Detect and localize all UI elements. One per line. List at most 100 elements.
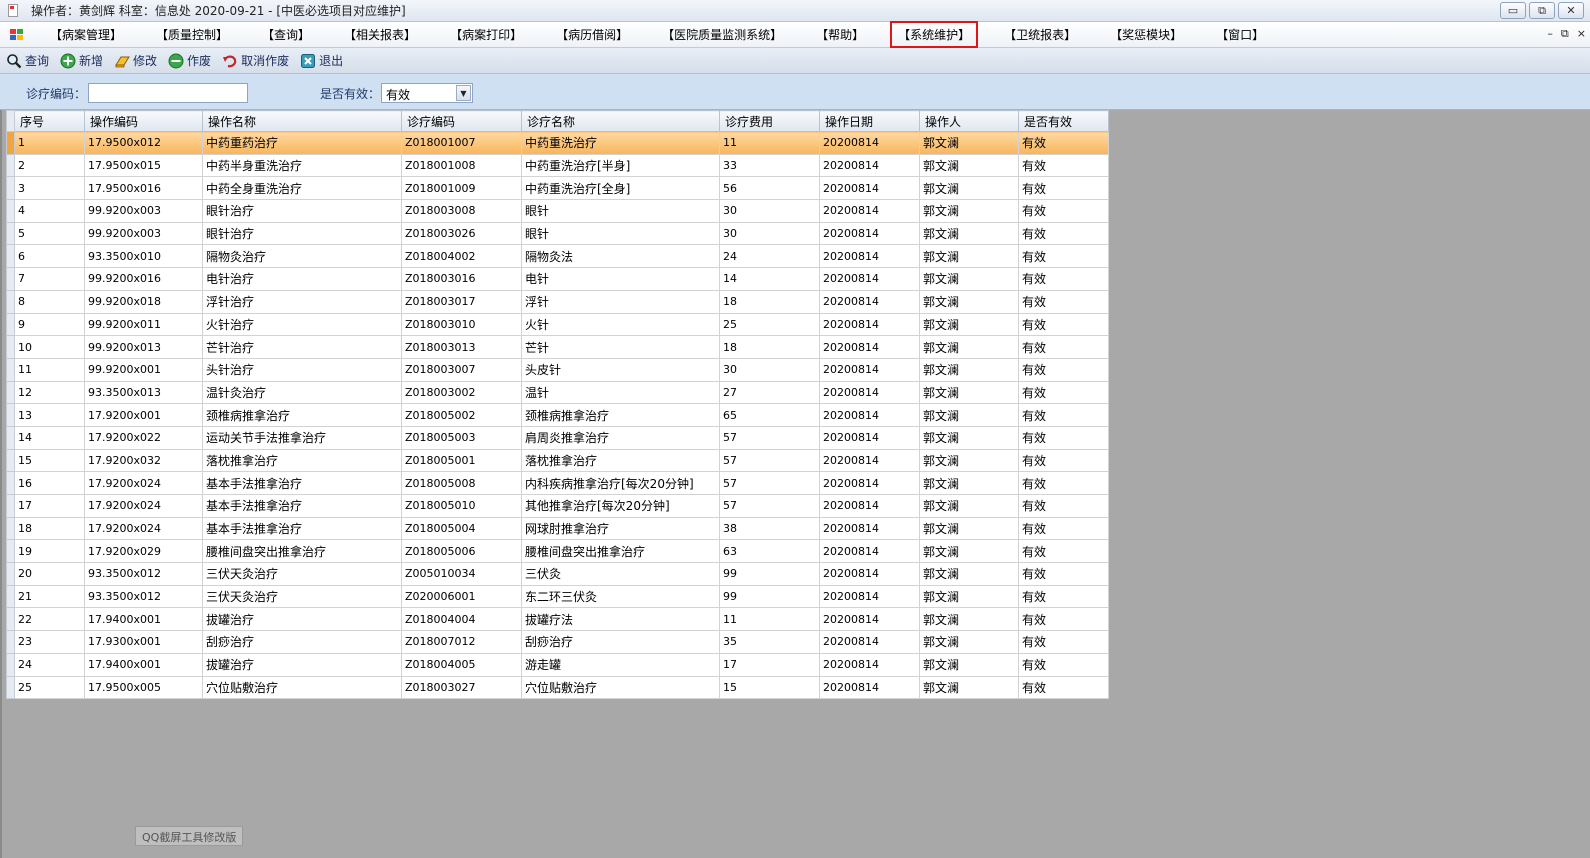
table-cell[interactable]: 腰椎间盘突出推拿治疗 bbox=[202, 539, 402, 564]
valid-filter-select[interactable]: 有效 ▼ bbox=[381, 83, 473, 103]
table-cell[interactable]: 郭文澜 bbox=[919, 539, 1019, 564]
table-cell[interactable]: 芒针治疗 bbox=[202, 335, 402, 359]
table-row[interactable]: 22 17.9400x001 拔罐治疗 Z018004004 拔罐疗法 11 2020081… bbox=[6, 607, 1109, 632]
table-cell[interactable]: 郭文澜 bbox=[919, 131, 1019, 155]
table-cell[interactable]: 57 bbox=[719, 471, 820, 495]
table-cell[interactable]: 中药重洗治疗[半身] bbox=[521, 153, 720, 178]
table-cell[interactable]: 20200814 bbox=[819, 153, 920, 178]
table-cell[interactable]: Z018003007 bbox=[401, 357, 522, 382]
table-cell[interactable]: 落枕推拿治疗 bbox=[202, 448, 402, 473]
table-cell[interactable]: 99 bbox=[719, 584, 820, 609]
table-cell[interactable]: Z018003010 bbox=[401, 312, 522, 337]
table-cell[interactable]: 有效 bbox=[1018, 652, 1109, 677]
column-header[interactable]: 诊疗编码 bbox=[401, 110, 522, 132]
table-cell[interactable]: 17.9200x024 bbox=[84, 471, 203, 495]
table-cell[interactable]: 眼针治疗 bbox=[202, 221, 402, 246]
table-cell[interactable]: 20200814 bbox=[819, 221, 920, 246]
table-cell[interactable]: Z005010034 bbox=[401, 562, 522, 586]
code-filter-input[interactable] bbox=[88, 83, 248, 103]
table-row[interactable]: 13 17.9200x001 颈椎病推拿治疗 Z018005002 颈椎病推拿治疗 65 2… bbox=[6, 403, 1109, 427]
table-cell[interactable]: 23 bbox=[14, 630, 85, 654]
table-cell[interactable]: 火针 bbox=[521, 312, 720, 337]
table-cell[interactable]: 20200814 bbox=[819, 289, 920, 314]
table-cell[interactable]: Z018003002 bbox=[401, 380, 522, 405]
table-cell[interactable]: 27 bbox=[719, 380, 820, 405]
table-cell[interactable]: 38 bbox=[719, 516, 820, 541]
table-cell[interactable]: 33 bbox=[719, 153, 820, 178]
table-cell[interactable]: 20200814 bbox=[819, 562, 920, 586]
table-row[interactable]: 7 99.9200x016 电针治疗 Z018003016 电针 14 20200814 郭文… bbox=[6, 267, 1109, 291]
menu-item[interactable]: 【医院质量监测系统】 bbox=[654, 22, 790, 47]
row-indicator[interactable] bbox=[6, 221, 15, 246]
table-cell[interactable]: 93.3500x012 bbox=[84, 562, 203, 586]
table-cell[interactable]: Z018005006 bbox=[401, 539, 522, 564]
row-indicator[interactable] bbox=[6, 494, 15, 518]
table-cell[interactable]: 17.9200x029 bbox=[84, 539, 203, 564]
table-cell[interactable]: 有效 bbox=[1018, 562, 1109, 586]
table-cell[interactable]: 郭文澜 bbox=[919, 244, 1019, 269]
table-cell[interactable]: 有效 bbox=[1018, 153, 1109, 178]
table-cell[interactable]: 中药重药治疗 bbox=[202, 131, 402, 155]
table-cell[interactable]: 11 bbox=[14, 357, 85, 382]
table-cell[interactable]: 郭文澜 bbox=[919, 562, 1019, 586]
table-row[interactable]: 16 17.9200x024 基本手法推拿治疗 Z018005008 内科疾病推拿治疗[… bbox=[6, 471, 1109, 495]
table-cell[interactable]: 肩周炎推拿治疗 bbox=[521, 425, 720, 450]
table-cell[interactable]: 郭文澜 bbox=[919, 630, 1019, 654]
table-cell[interactable]: 穴位贴敷治疗 bbox=[521, 675, 720, 700]
table-cell[interactable]: 20200814 bbox=[819, 516, 920, 541]
table-cell[interactable]: 20200814 bbox=[819, 335, 920, 359]
table-cell[interactable]: Z018001008 bbox=[401, 153, 522, 178]
table-cell[interactable]: 郭文澜 bbox=[919, 607, 1019, 632]
row-indicator[interactable] bbox=[6, 335, 15, 359]
table-cell[interactable]: 网球肘推拿治疗 bbox=[521, 516, 720, 541]
menu-item[interactable]: 【帮助】 bbox=[808, 22, 872, 47]
table-cell[interactable]: 20200814 bbox=[819, 652, 920, 677]
table-cell[interactable]: 20200814 bbox=[819, 607, 920, 632]
table-cell[interactable]: 郭文澜 bbox=[919, 199, 1019, 223]
close-button[interactable]: ✕ bbox=[1558, 2, 1584, 19]
row-indicator[interactable] bbox=[6, 471, 15, 495]
table-cell[interactable]: Z018005002 bbox=[401, 403, 522, 427]
table-cell[interactable]: 郭文澜 bbox=[919, 675, 1019, 700]
mdi-minimize-icon[interactable]: – bbox=[1547, 27, 1553, 41]
row-indicator[interactable] bbox=[6, 289, 15, 314]
table-cell[interactable]: 17.9500x016 bbox=[84, 176, 203, 201]
table-cell[interactable]: 30 bbox=[719, 199, 820, 223]
row-indicator[interactable] bbox=[6, 675, 15, 700]
table-cell[interactable]: 3 bbox=[14, 176, 85, 201]
table-cell[interactable]: 浮针 bbox=[521, 289, 720, 314]
table-cell[interactable]: 头皮针 bbox=[521, 357, 720, 382]
menu-item[interactable]: 【窗口】 bbox=[1208, 22, 1272, 47]
table-cell[interactable]: Z018005008 bbox=[401, 471, 522, 495]
table-cell[interactable]: 有效 bbox=[1018, 199, 1109, 223]
table-cell[interactable]: 14 bbox=[14, 425, 85, 450]
table-row[interactable]: 11 99.9200x001 头针治疗 Z018003007 头皮针 30 20200814… bbox=[6, 357, 1109, 382]
table-cell[interactable]: 2 bbox=[14, 153, 85, 178]
table-cell[interactable]: 郭文澜 bbox=[919, 516, 1019, 541]
table-cell[interactable]: 57 bbox=[719, 494, 820, 518]
table-row[interactable]: 14 17.9200x022 运动关节手法推拿治疗 Z018005003 肩周炎推拿治疗… bbox=[6, 425, 1109, 450]
table-cell[interactable]: Z018003027 bbox=[401, 675, 522, 700]
menu-item[interactable]: 【系统维护】 bbox=[890, 21, 979, 48]
table-cell[interactable]: 郭文澜 bbox=[919, 267, 1019, 291]
table-cell[interactable]: 郭文澜 bbox=[919, 335, 1019, 359]
table-cell[interactable]: 20200814 bbox=[819, 675, 920, 700]
row-indicator[interactable] bbox=[6, 516, 15, 541]
table-cell[interactable]: 郭文澜 bbox=[919, 289, 1019, 314]
table-cell[interactable]: 其他推拿治疗[每次20分钟] bbox=[521, 494, 720, 518]
table-cell[interactable]: 17 bbox=[14, 494, 85, 518]
table-cell[interactable]: 有效 bbox=[1018, 221, 1109, 246]
table-cell[interactable]: 中药重洗治疗[全身] bbox=[521, 176, 720, 201]
table-cell[interactable]: 运动关节手法推拿治疗 bbox=[202, 425, 402, 450]
table-cell[interactable]: 99.9200x003 bbox=[84, 221, 203, 246]
app-menu-icon[interactable] bbox=[10, 28, 24, 41]
table-cell[interactable]: Z018004002 bbox=[401, 244, 522, 269]
table-cell[interactable]: 20200814 bbox=[819, 630, 920, 654]
row-indicator[interactable] bbox=[6, 131, 15, 155]
table-cell[interactable]: 20200814 bbox=[819, 199, 920, 223]
chevron-down-icon[interactable]: ▼ bbox=[456, 85, 471, 101]
table-cell[interactable]: Z018001007 bbox=[401, 131, 522, 155]
table-cell[interactable]: 有效 bbox=[1018, 539, 1109, 564]
table-cell[interactable]: 93.3500x010 bbox=[84, 244, 203, 269]
table-cell[interactable]: 有效 bbox=[1018, 607, 1109, 632]
